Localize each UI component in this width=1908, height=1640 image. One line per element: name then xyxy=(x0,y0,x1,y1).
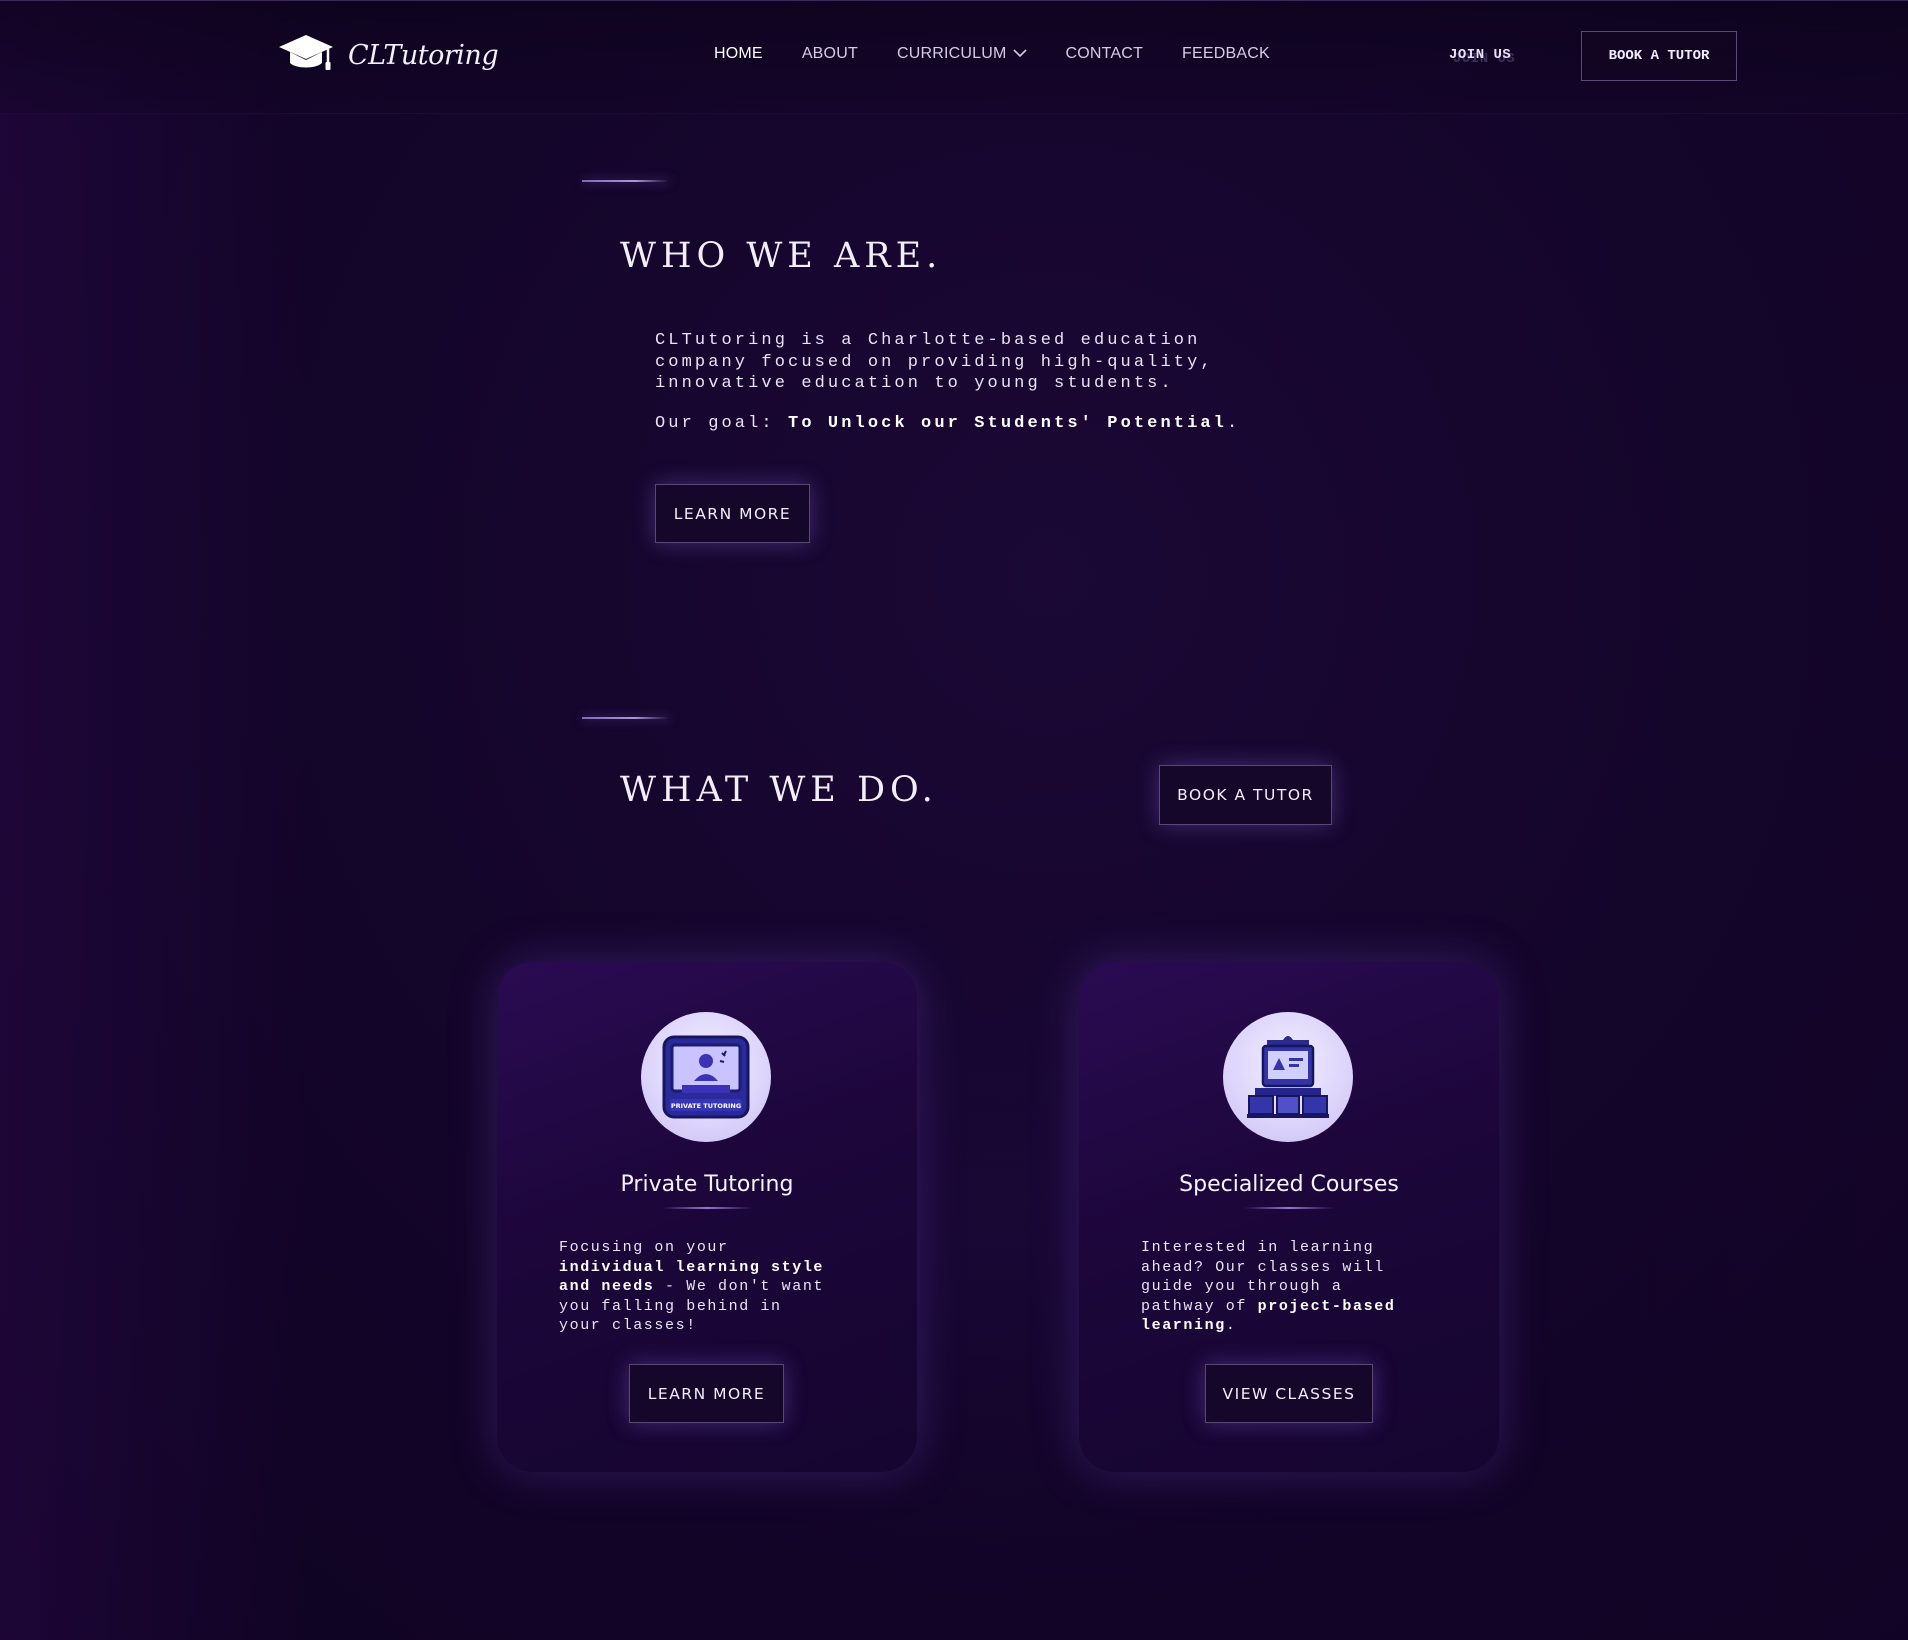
course-building-icon xyxy=(1223,1012,1353,1142)
chevron-down-icon xyxy=(1012,45,1027,63)
svg-text:PRIVATE TUTORING: PRIVATE TUTORING xyxy=(671,1102,741,1110)
who-accent-line xyxy=(582,180,670,182)
sc-line-5-bold: learning xyxy=(1141,1317,1226,1334)
nav-link-contact[interactable]: CONTACT xyxy=(1066,45,1144,63)
private-tutoring-divider xyxy=(662,1207,752,1209)
sc-line-1: Interested in learning xyxy=(1141,1239,1375,1256)
specialized-courses-divider xyxy=(1244,1207,1334,1209)
nav-book-tutor-button[interactable]: BOOK A TUTOR xyxy=(1581,31,1737,81)
top-navbar: CLTutoring HOME ABOUT CURRICULUM CONTACT… xyxy=(0,0,1908,114)
tutor-screen-icon: PRIVATE TUTORING xyxy=(641,1012,771,1142)
pt-line-1: Focusing on your xyxy=(559,1239,729,1256)
pt-line-3-bold: and needs xyxy=(559,1278,655,1295)
view-classes-button[interactable]: VIEW CLASSES xyxy=(1205,1364,1373,1423)
goal-statement: To Unlock our Students' Potential xyxy=(788,414,1227,433)
join-us-link[interactable]: JOIN US xyxy=(1449,47,1511,63)
private-tutoring-learn-more-button[interactable]: LEARN MORE xyxy=(629,1364,784,1423)
what-heading: WHAT WE DO. xyxy=(620,770,938,810)
sc-line-4-bold: project-based xyxy=(1257,1297,1396,1315)
private-tutoring-description: Focusing on your individual learning sty… xyxy=(559,1238,879,1336)
nav-link-home[interactable]: HOME xyxy=(714,45,763,63)
main-nav: HOME ABOUT CURRICULUM CONTACT FEEDBACK xyxy=(714,45,1270,63)
who-description: CLTutoring is a Charlotte-based educatio… xyxy=(655,330,1214,395)
pt-line-3-rest: - We don't want xyxy=(654,1278,825,1295)
who-description-line-1: CLTutoring is a Charlotte-based educatio… xyxy=(655,331,1201,350)
sc-line-5-rest: . xyxy=(1225,1317,1237,1334)
goal-prefix: Our goal: xyxy=(655,414,775,433)
goal-suffix: . xyxy=(1227,414,1241,433)
what-accent-line xyxy=(582,717,670,719)
specialized-courses-card: Specialized Courses Interested in learni… xyxy=(1079,962,1499,1472)
pt-line-4: you falling behind in xyxy=(559,1297,782,1315)
nav-link-about[interactable]: ABOUT xyxy=(802,45,858,63)
specialized-courses-description: Interested in learning ahead? Our classe… xyxy=(1141,1238,1461,1336)
who-heading: WHO WE ARE. xyxy=(620,236,943,276)
sc-line-4-pre: pathway of xyxy=(1141,1297,1258,1315)
pt-line-5: your classes! xyxy=(559,1317,697,1334)
who-description-line-2: company focused on providing high-qualit… xyxy=(655,352,1214,372)
nav-link-curriculum[interactable]: CURRICULUM xyxy=(897,45,1027,63)
sc-line-3: guide you through a xyxy=(1141,1278,1343,1295)
who-description-line-3: innovative education to young students. xyxy=(655,374,1174,393)
logo[interactable]: CLTutoring xyxy=(278,33,499,77)
private-tutoring-card: PRIVATE TUTORING Private Tutoring Focusi… xyxy=(497,962,917,1472)
logo-text: CLTutoring xyxy=(348,39,499,71)
sc-line-2: ahead? Our classes will xyxy=(1141,1258,1385,1276)
who-goal: Our goal: To Unlock our Students' Potent… xyxy=(655,413,1240,435)
private-tutoring-title: Private Tutoring xyxy=(620,1172,794,1197)
graduation-cap-icon xyxy=(278,33,334,77)
who-learn-more-button[interactable]: LEARN MORE xyxy=(655,484,810,543)
what-book-tutor-button[interactable]: BOOK A TUTOR xyxy=(1159,765,1332,825)
nav-link-feedback[interactable]: FEEDBACK xyxy=(1182,45,1270,63)
pt-line-2: individual learning style xyxy=(559,1258,825,1276)
specialized-courses-title: Specialized Courses xyxy=(1179,1172,1399,1197)
nav-link-curriculum-label: CURRICULUM xyxy=(896,45,1007,62)
